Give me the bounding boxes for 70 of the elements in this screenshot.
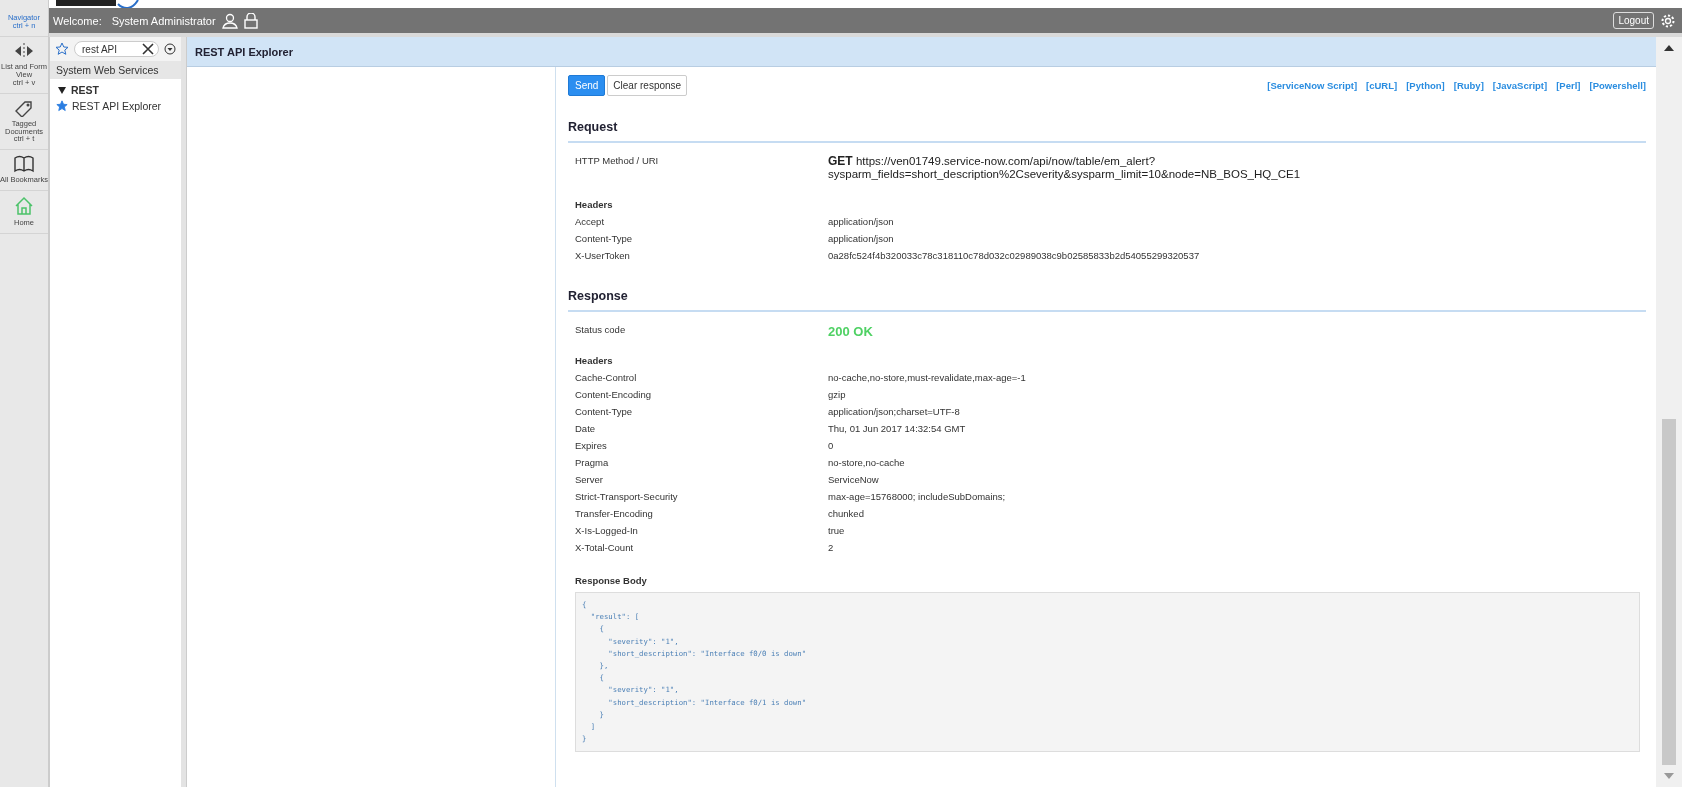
header-name: Date: [575, 423, 597, 434]
user-name: System Administrator: [111, 14, 216, 27]
header-name: Server: [575, 474, 604, 485]
code-sample-link[interactable]: [Python]: [1406, 80, 1445, 91]
dropdown-circle-icon[interactable]: [164, 43, 176, 55]
field-label: HTTP Method / URI: [575, 155, 660, 166]
header-value: chunked: [828, 508, 864, 519]
header-name: Accept: [575, 216, 606, 227]
header-value: 2: [828, 542, 834, 553]
module-header[interactable]: REST: [50, 79, 181, 98]
welcome-label: Welcome:: [53, 14, 102, 27]
header-name: Pragma: [575, 457, 610, 468]
header-name: Expires: [575, 440, 608, 451]
response-body-label: Response Body: [575, 575, 648, 586]
headers-label: Headers: [575, 355, 614, 366]
clear-icon[interactable]: [142, 43, 154, 55]
header-name: X-UserToken: [575, 250, 631, 261]
header-value: Thu, 01 Jun 2017 14:32:54 GMT: [828, 423, 966, 434]
header-name: X-Is-Logged-In: [575, 525, 639, 536]
expanded-triangle-icon: [58, 86, 66, 94]
header-value: application/json: [828, 216, 894, 227]
logout-button[interactable]: Logout: [1613, 12, 1654, 29]
home-icon: [14, 196, 34, 217]
scroll-up-icon[interactable]: [1664, 45, 1674, 51]
header-name: Transfer-Encoding: [575, 508, 654, 519]
scroll-down-icon[interactable]: [1664, 773, 1674, 779]
application-group: System Web Services: [50, 61, 181, 79]
header-name: Strict-Transport-Security: [575, 491, 679, 502]
field-label: Status code: [575, 324, 627, 335]
header-value: application/json;charset=UTF-8: [828, 406, 960, 417]
book-icon: [14, 155, 34, 174]
header-value: gzip: [828, 389, 846, 400]
action-button[interactable]: Send: [568, 75, 606, 96]
header-value: no-store,no-cache: [828, 457, 905, 468]
scrollbar-thumb[interactable]: [1662, 419, 1676, 765]
module-link[interactable]: REST API Explorer: [50, 98, 181, 114]
header-name: Content-Encoding: [575, 389, 653, 400]
action-button[interactable]: Clear response: [607, 75, 688, 96]
tag-icon: [14, 98, 34, 117]
code-sample-link[interactable]: [Perl]: [1556, 80, 1581, 91]
code-sample-link[interactable]: [ServiceNow Script]: [1267, 80, 1358, 91]
section-heading: Request: [568, 120, 1646, 143]
header-name: Content-Type: [575, 233, 634, 244]
filter-field[interactable]: rest API: [74, 41, 159, 57]
headers-label: Headers: [575, 199, 614, 210]
star-outline-icon[interactable]: [55, 42, 69, 56]
code-sample-link[interactable]: [Powershell]: [1589, 80, 1646, 91]
header-name: Cache-Control: [575, 372, 638, 383]
module-label: REST: [71, 84, 99, 96]
header-name: Content-Type: [575, 406, 634, 417]
header-value: ServiceNow: [828, 474, 879, 485]
code-sample-link[interactable]: [JavaScript]: [1492, 80, 1548, 91]
user-icon[interactable]: [221, 12, 238, 29]
header-value: 0a28fc524f4b320033c78c318110c78d032c02989038c9b02585833b2d54055299320537: [828, 250, 1200, 261]
code-sample-link[interactable]: [cURL]: [1366, 80, 1398, 91]
request-uri: GET https://ven01749.service-now.com/api/now/table/em_alert? sysparm_fields=short_description%2Cseverity&sysparm_limit=10&node=NB_BOS_HQ_CE1: [828, 155, 1301, 180]
section-heading: Response: [568, 289, 1646, 312]
settings-icon[interactable]: [1660, 12, 1676, 29]
scrollbar[interactable]: [1656, 37, 1682, 787]
header-value: true: [828, 525, 845, 536]
header-value: max-age=15768000; includeSubDomains;: [828, 491, 1006, 502]
header-value: application/json: [828, 233, 894, 244]
header-value: 0: [828, 440, 834, 451]
page-title: REST API Explorer: [195, 45, 293, 58]
status-code: 200 OK: [828, 324, 873, 339]
code-sample-link[interactable]: [Ruby]: [1453, 80, 1484, 91]
header-name: X-Total-Count: [575, 542, 635, 553]
split-arrows-icon: [14, 42, 34, 60]
lock-icon[interactable]: [243, 12, 258, 29]
header-value: no-cache,no-store,must-revalidate,max-age=-1: [828, 372, 1026, 383]
